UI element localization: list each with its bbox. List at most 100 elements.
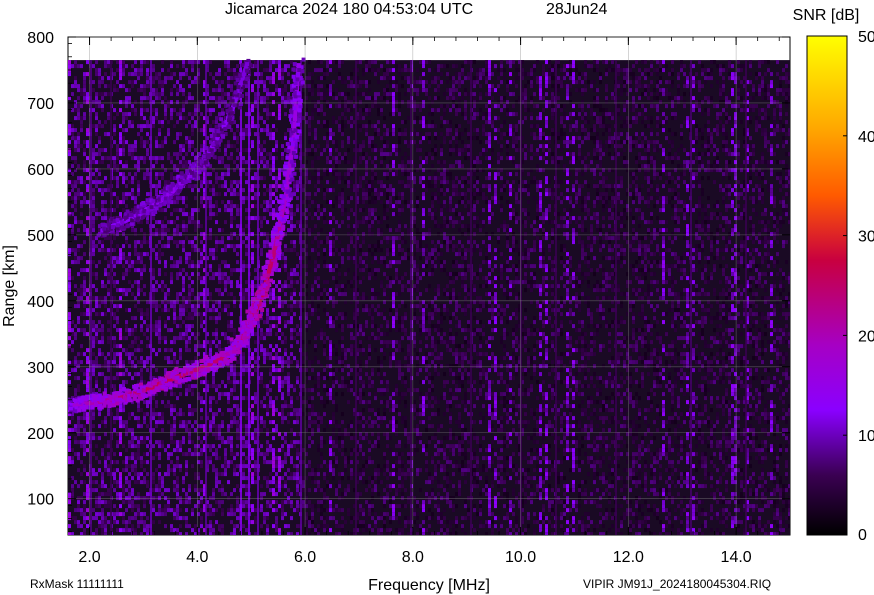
noise-cell [305, 284, 308, 289]
noise-cell [143, 480, 146, 485]
noise-cell [335, 352, 338, 357]
noise-cell [173, 220, 176, 225]
noise-cell [101, 312, 104, 317]
noise-cell [341, 336, 344, 341]
noise-cell [77, 188, 80, 193]
noise-cell [281, 356, 284, 361]
noise-cell [143, 364, 146, 369]
noise-cell [287, 452, 290, 457]
noise-cell [266, 408, 269, 413]
noise-cell [230, 224, 233, 229]
noise-cell [140, 88, 143, 93]
noise-cell [212, 488, 215, 493]
noise-cell [317, 256, 320, 261]
noise-cell [335, 368, 338, 373]
noise-cell [311, 296, 314, 301]
noise-cell [236, 268, 239, 273]
noise-cell [296, 464, 299, 469]
noise-cell [251, 188, 254, 193]
noise-cell [194, 348, 197, 353]
noise-cell [263, 240, 266, 245]
noise-cell [281, 88, 284, 93]
noise-cell [218, 100, 221, 105]
noise-cell [275, 428, 278, 433]
noise-cell [98, 312, 101, 317]
noise-cell [185, 272, 188, 277]
noise-cell [281, 460, 284, 465]
noise-cell [275, 204, 278, 209]
noise-cell [227, 292, 230, 297]
noise-cell [317, 372, 320, 377]
noise-cell [338, 424, 341, 429]
noise-cell [329, 136, 332, 141]
noise-cell [134, 460, 137, 465]
noise-cell [128, 504, 131, 509]
noise-cell [101, 280, 104, 285]
noise-cell [119, 332, 122, 337]
noise-cell [104, 384, 107, 389]
noise-cell [221, 464, 224, 469]
noise-cell [332, 372, 335, 377]
noise-cell [146, 120, 149, 125]
noise-cell [347, 508, 350, 513]
noise-cell [344, 492, 347, 497]
noise-cell [236, 380, 239, 385]
noise-cell [167, 292, 170, 297]
noise-cell [71, 84, 74, 89]
noise-cell [326, 104, 329, 109]
noise-cell [296, 500, 299, 505]
noise-cell [290, 400, 293, 405]
noise-cell [119, 132, 122, 137]
noise-cell [80, 244, 83, 249]
noise-cell [170, 60, 173, 65]
noise-cell [125, 256, 128, 261]
noise-cell [128, 500, 131, 505]
noise-cell [191, 384, 194, 389]
noise-cell [176, 448, 179, 453]
noise-cell [122, 288, 125, 293]
noise-cell [134, 200, 137, 205]
noise-cell [74, 508, 77, 513]
noise-cell [92, 64, 95, 69]
noise-cell [182, 212, 185, 217]
noise-cell [341, 124, 344, 129]
noise-cell [71, 156, 74, 161]
noise-cell [251, 436, 254, 441]
noise-cell [119, 416, 122, 421]
noise-cell [188, 256, 191, 261]
noise-cell [107, 412, 110, 417]
noise-cell [167, 236, 170, 241]
noise-cell [308, 436, 311, 441]
noise-cell [101, 524, 104, 529]
noise-cell [281, 100, 284, 105]
noise-cell [116, 468, 119, 473]
noise-cell [95, 104, 98, 109]
noise-cell [242, 500, 245, 505]
noise-cell [251, 372, 254, 377]
noise-cell [173, 336, 176, 341]
noise-cell [251, 504, 254, 509]
noise-cell [326, 296, 329, 301]
noise-cell [185, 468, 188, 473]
noise-cell [176, 276, 179, 281]
noise-cell [77, 504, 80, 509]
noise-cell [128, 428, 131, 433]
noise-cell [80, 204, 83, 209]
noise-cell [104, 256, 107, 261]
noise-cell [179, 356, 182, 361]
noise-cell [194, 304, 197, 309]
noise-cell [227, 440, 230, 445]
noise-cell [71, 124, 74, 129]
noise-cell [191, 408, 194, 413]
noise-cell [86, 368, 89, 373]
noise-cell [302, 480, 305, 485]
noise-cell [107, 208, 110, 213]
noise-cell [275, 116, 278, 121]
noise-cell [164, 140, 167, 145]
noise-cell [74, 392, 77, 397]
noise-cell [71, 136, 74, 141]
noise-cell [128, 120, 131, 125]
noise-cell [191, 452, 194, 457]
noise-cell [338, 444, 341, 449]
noise-cell [320, 124, 323, 129]
